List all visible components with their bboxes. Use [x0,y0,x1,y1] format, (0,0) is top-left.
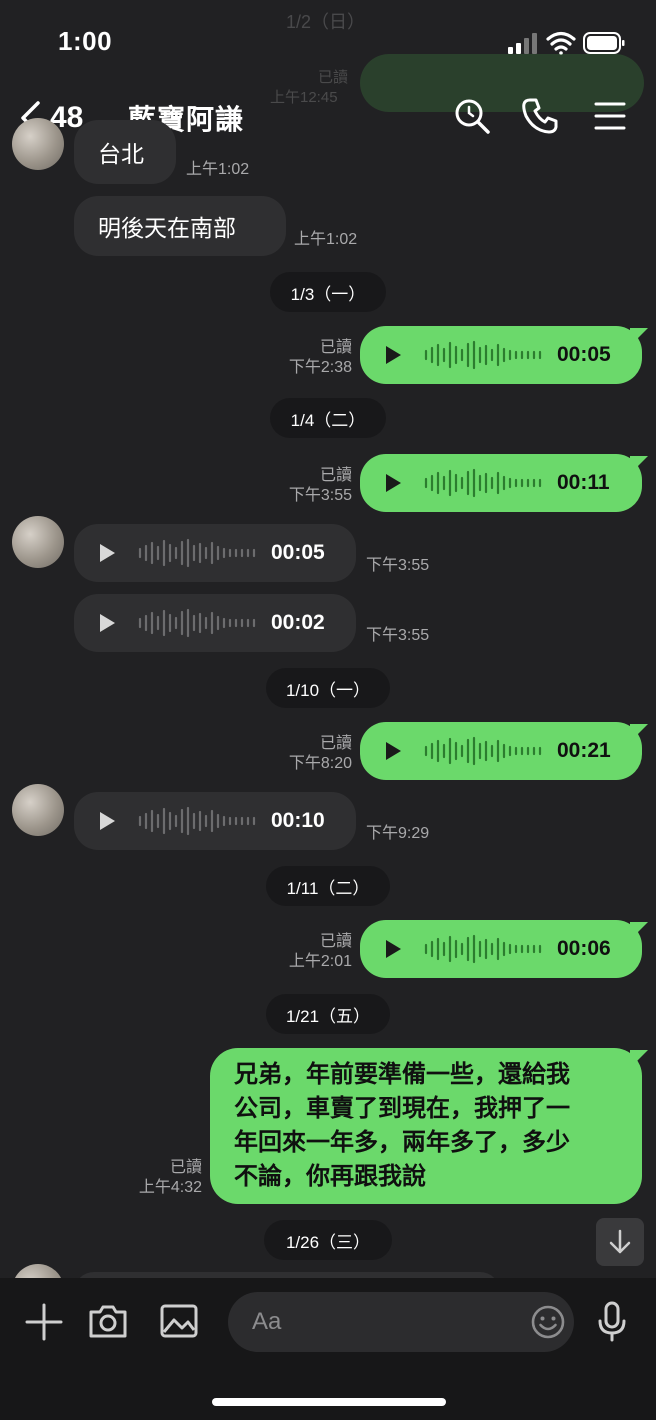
peek-time: 上午12:45 [270,89,338,106]
voice-duration: 00:05 [557,343,611,366]
message-time: 下午3:55 [366,557,430,574]
read-receipt: 已讀 [169,1159,202,1176]
message-time: 下午8:20 [288,755,352,772]
message-time: 下午3:55 [288,487,352,504]
message-input[interactable] [252,1308,502,1336]
menu-icon[interactable] [590,96,630,136]
contact-avatar[interactable] [12,784,64,836]
read-receipt: 已讀 [319,735,352,752]
microphone-icon[interactable] [596,1300,628,1342]
voice-message[interactable]: 00:11 [360,454,642,512]
message-text: 明後天在南部 [98,215,236,241]
text-message-outgoing[interactable]: 兄弟，年前要準備一些，還給我 公司，車賣了到現在，我押了一 年回來一年多，兩年多… [210,1048,642,1204]
message-bubble[interactable]: 台北 [74,120,176,184]
message-line: 公司，車賣了到現在，我押了一 [234,1095,570,1122]
message-meta: 已讀 上午4:32 [110,1158,202,1198]
search-icon[interactable] [452,96,492,136]
play-icon[interactable] [100,812,115,830]
voice-message[interactable]: 00:05 [360,326,642,384]
play-icon[interactable] [100,614,115,632]
play-icon[interactable] [100,544,115,562]
voice-meta: 已讀 下午8:20 [270,734,352,774]
message-line: 年回來一年多，兩年多了，多少 [234,1129,570,1156]
message-time: 下午2:38 [288,359,352,376]
voice-duration: 00:11 [557,471,610,494]
peek-read: 已讀 [318,69,349,86]
status-time: 1:00 [58,26,113,56]
scroll-to-bottom-button[interactable] [596,1218,644,1266]
message-time: 下午3:55 [366,627,430,644]
voice-duration: 00:06 [557,937,611,960]
home-indicator [212,1398,446,1406]
waveform-icon [138,608,256,638]
voice-message[interactable]: 00:21 [360,722,642,780]
voice-duration: 00:21 [557,739,611,762]
signal-icon [508,33,537,54]
read-receipt: 已讀 [319,339,352,356]
voice-message[interactable]: 00:05 [74,524,356,582]
voice-meta: 已讀 下午3:55 [270,466,352,506]
phone-icon[interactable] [520,96,560,136]
message-time: 上午2:01 [288,953,352,970]
message-line: 兄弟，年前要準備一些，還給我 [234,1061,570,1088]
message-bubble[interactable]: 明後天在南部 [74,196,286,256]
date-divider: 1/4（二） [270,398,386,438]
waveform-icon [138,538,256,568]
message-line: 不論，你再跟我說 [234,1163,426,1190]
plus-icon[interactable] [24,1302,64,1342]
voice-meta: 已讀 下午2:38 [270,338,352,378]
voice-duration: 00:10 [271,809,325,832]
battery-icon [583,32,625,54]
wifi-icon [546,31,576,55]
waveform-icon [424,340,542,370]
voice-message[interactable]: 00:06 [360,920,642,978]
date-divider: 1/26（三） [264,1220,392,1260]
image-icon[interactable] [160,1302,198,1340]
waveform-icon [424,468,542,498]
arrow-down-icon [609,1229,631,1254]
camera-icon[interactable] [88,1302,128,1340]
waveform-icon [424,736,542,766]
play-icon[interactable] [386,346,401,364]
play-icon[interactable] [386,742,401,760]
message-time: 上午1:02 [294,231,358,248]
read-receipt: 已讀 [319,467,352,484]
voice-meta: 已讀 上午2:01 [270,932,352,972]
message-input-container [228,1292,574,1352]
waveform-icon [424,934,542,964]
date-divider: 1/21（五） [266,994,390,1034]
play-icon[interactable] [386,940,401,958]
waveform-icon [138,806,256,836]
voice-duration: 00:02 [271,611,325,634]
emoji-icon[interactable] [530,1304,566,1340]
voice-message[interactable]: 00:10 [74,792,356,850]
voice-message[interactable]: 00:02 [74,594,356,652]
message-text: 兄弟，年前要準備一些，還給我 公司，車賣了到現在，我押了一 年回來一年多，兩年多… [210,1044,594,1208]
message-time: 上午4:32 [138,1179,202,1196]
message-time: 下午9:29 [366,825,430,842]
message-text: 台北 [98,141,144,167]
date-divider: 1/3（一） [270,272,386,312]
date-divider: 1/10（一） [266,668,390,708]
contact-avatar[interactable] [12,118,64,170]
read-receipt: 已讀 [319,933,352,950]
message-time: 上午1:02 [186,161,250,178]
date-divider: 1/11（二） [266,866,390,906]
peek-date: 1/2（日） [286,12,366,32]
play-icon[interactable] [386,474,401,492]
contact-avatar[interactable] [12,516,64,568]
voice-duration: 00:05 [271,541,325,564]
